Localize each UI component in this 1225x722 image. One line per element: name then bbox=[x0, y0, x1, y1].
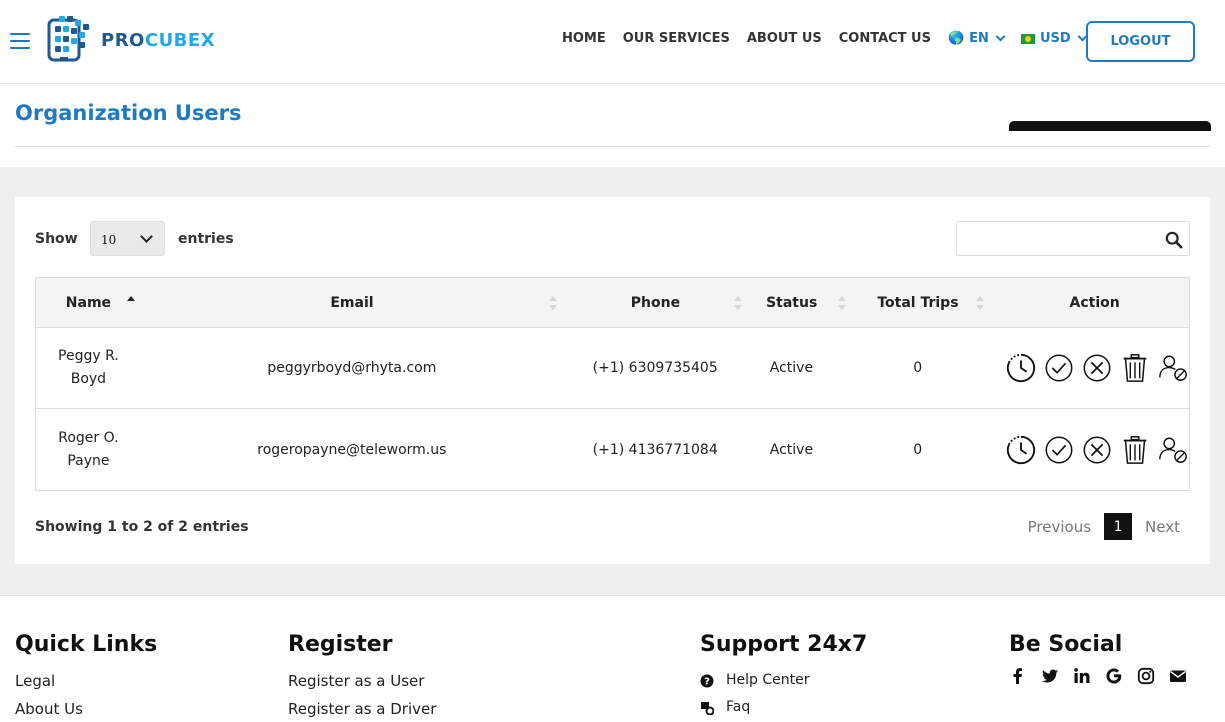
question-circle-icon: ? bbox=[700, 674, 714, 687]
nav-our-services[interactable]: OUR SERVICES bbox=[623, 31, 730, 46]
column-header-email[interactable]: Email bbox=[141, 278, 563, 327]
google-icon[interactable] bbox=[1105, 667, 1123, 685]
delete-trash-icon[interactable] bbox=[1119, 433, 1151, 467]
approve-check-icon[interactable] bbox=[1043, 351, 1075, 385]
linkedin-icon[interactable] bbox=[1073, 667, 1091, 685]
social-icons bbox=[1009, 667, 1187, 685]
pagination: Previous 1 Next bbox=[1028, 513, 1180, 540]
footer-social: Be Social bbox=[1009, 632, 1187, 685]
chevron-down-icon bbox=[140, 230, 153, 243]
twitter-icon[interactable] bbox=[1041, 667, 1059, 685]
footer-heading: Quick Links bbox=[15, 632, 158, 657]
footer-link-about-us[interactable]: About Us bbox=[15, 695, 157, 722]
envelope-icon[interactable] bbox=[1169, 667, 1187, 685]
footer-link-faq[interactable]: Faq bbox=[700, 694, 867, 721]
logout-button[interactable]: LOGOUT bbox=[1086, 21, 1195, 62]
column-header-status[interactable]: Status bbox=[748, 278, 846, 327]
entries-value: 10 bbox=[101, 233, 117, 247]
show-label: Show bbox=[35, 231, 78, 247]
user-name: Peggy R. Boyd bbox=[58, 348, 119, 387]
table-row: Peggy R. Boyd peggyrboyd@rhyta.com (+1) … bbox=[36, 328, 1189, 409]
user-status: Active bbox=[769, 441, 814, 458]
nav-about-us[interactable]: ABOUT US bbox=[747, 31, 822, 46]
logo-text: PROCUBEX bbox=[101, 29, 216, 51]
facebook-icon[interactable] bbox=[1009, 667, 1027, 685]
footer-heading: Be Social bbox=[1009, 632, 1123, 657]
entries-per-page-select[interactable]: 10 bbox=[90, 221, 165, 256]
faq-gear-icon bbox=[701, 701, 714, 715]
sort-icon bbox=[549, 296, 558, 310]
sort-icon bbox=[733, 296, 742, 310]
reject-x-icon[interactable] bbox=[1081, 433, 1113, 467]
user-total-trips: 0 bbox=[913, 441, 923, 458]
footer-register: Register Register as a User Register as … bbox=[288, 632, 436, 722]
logo-cube-icon bbox=[47, 16, 89, 62]
logo[interactable]: PROCUBEX bbox=[45, 14, 215, 66]
column-header-total-trips[interactable]: Total Trips bbox=[836, 278, 1001, 327]
nav-home[interactable]: HOME bbox=[562, 31, 606, 46]
page-1-button[interactable]: 1 bbox=[1104, 513, 1133, 540]
column-header-phone[interactable]: Phone bbox=[563, 278, 748, 327]
footer-link-legal[interactable]: Legal bbox=[15, 667, 157, 695]
site-footer: Quick Links Legal About Us Register Regi… bbox=[0, 595, 1225, 722]
flag-icon bbox=[1020, 33, 1035, 44]
table-header-row: Name Email Phone Status Total Trips Acti… bbox=[36, 278, 1189, 328]
search-input[interactable] bbox=[965, 228, 1155, 250]
previous-page-button[interactable]: Previous bbox=[1028, 518, 1091, 536]
table-row: Roger O. Payne rogeropayne@teleworm.us (… bbox=[36, 409, 1189, 490]
block-user-icon[interactable] bbox=[1157, 433, 1189, 467]
table-info: Showing 1 to 2 of 2 entries bbox=[35, 519, 249, 535]
history-clock-icon[interactable] bbox=[1005, 433, 1037, 467]
language-value: EN bbox=[969, 31, 989, 46]
footer-link-register-user[interactable]: Register as a User bbox=[288, 667, 436, 695]
search-box bbox=[956, 221, 1190, 256]
footer-support: Support 24x7 ? Help Center Faq bbox=[700, 632, 867, 721]
user-total-trips: 0 bbox=[913, 360, 923, 376]
search-icon[interactable] bbox=[1165, 231, 1183, 249]
column-header-name[interactable]: Name bbox=[36, 278, 141, 327]
reject-x-icon[interactable] bbox=[1081, 351, 1113, 385]
site-header: PROCUBEX HOME OUR SERVICES ABOUT US CONT… bbox=[0, 0, 1225, 84]
globe-icon: 🌎 bbox=[947, 31, 965, 46]
user-name: Roger O. Payne bbox=[58, 429, 119, 469]
menu-icon[interactable] bbox=[10, 33, 30, 49]
instagram-icon[interactable] bbox=[1137, 667, 1155, 685]
user-actions bbox=[1000, 409, 1189, 490]
svg-text:?: ? bbox=[704, 676, 710, 687]
footer-link-help-center[interactable]: ? Help Center bbox=[700, 667, 867, 694]
column-header-action: Action bbox=[1069, 294, 1120, 311]
page-title: Organization Users bbox=[15, 101, 242, 125]
currency-select[interactable]: USD bbox=[1020, 31, 1088, 46]
user-status: Active bbox=[769, 360, 814, 376]
user-phone: (+1) 4136771084 bbox=[592, 441, 718, 458]
language-select[interactable]: 🌎 EN bbox=[947, 31, 1006, 46]
footer-heading: Register bbox=[288, 632, 393, 657]
sort-icon bbox=[976, 296, 985, 310]
main-nav: HOME OUR SERVICES ABOUT US CONTACT US 🌎 … bbox=[562, 31, 1103, 46]
user-phone: (+1) 6309735405 bbox=[592, 360, 718, 376]
footer-dark-bar bbox=[1009, 121, 1211, 131]
delete-trash-icon[interactable] bbox=[1119, 351, 1151, 385]
sort-ascending-icon bbox=[126, 296, 135, 310]
history-clock-icon[interactable] bbox=[1005, 351, 1037, 385]
nav-contact-us[interactable]: CONTACT US bbox=[839, 31, 931, 46]
approve-check-icon[interactable] bbox=[1043, 433, 1075, 467]
chevron-down-icon bbox=[995, 31, 1006, 42]
user-actions bbox=[1000, 328, 1189, 408]
user-email: peggyrboyd@rhyta.com bbox=[267, 360, 437, 376]
footer-heading: Support 24x7 bbox=[700, 632, 868, 657]
user-email: rogeropayne@teleworm.us bbox=[257, 441, 447, 458]
entries-label: entries bbox=[178, 231, 234, 247]
divider bbox=[15, 146, 1210, 147]
footer-quick-links: Quick Links Legal About Us bbox=[15, 632, 157, 722]
next-page-button[interactable]: Next bbox=[1145, 518, 1180, 536]
users-table: Name Email Phone Status Total Trips Acti… bbox=[35, 277, 1190, 491]
currency-value: USD bbox=[1039, 31, 1071, 46]
block-user-icon[interactable] bbox=[1157, 351, 1189, 385]
footer-link-register-driver[interactable]: Register as a Driver bbox=[288, 695, 436, 722]
